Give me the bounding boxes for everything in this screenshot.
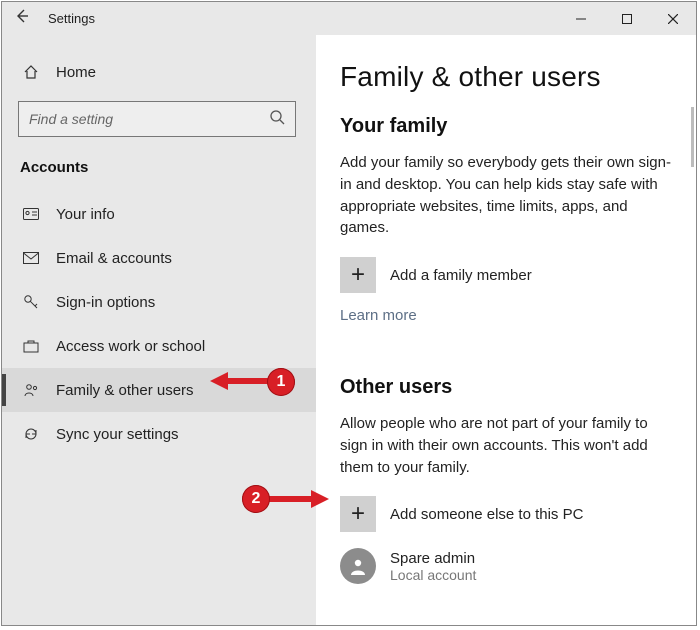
- add-family-label: Add a family member: [390, 267, 532, 284]
- content-pane: Family & other users Your family Add you…: [316, 35, 696, 625]
- section-title-family: Your family: [340, 115, 672, 138]
- sidebar-item-your-info[interactable]: Your info: [2, 192, 316, 236]
- close-button[interactable]: [650, 2, 696, 35]
- plus-icon: +: [340, 496, 376, 532]
- search-icon: [269, 109, 285, 130]
- id-card-icon: [20, 208, 42, 220]
- sidebar-item-label: Your info: [56, 206, 115, 223]
- sidebar-item-label: Family & other users: [56, 382, 194, 399]
- sidebar-item-label: Sign-in options: [56, 294, 155, 311]
- add-other-label: Add someone else to this PC: [390, 506, 583, 523]
- scrollbar[interactable]: [691, 107, 694, 167]
- window-title: Settings: [42, 11, 95, 26]
- sync-icon: [20, 426, 42, 442]
- sidebar: Home Accounts Your info Email & accounts: [2, 35, 316, 625]
- settings-window: Settings Home Accounts: [1, 1, 697, 626]
- user-type: Local account: [390, 567, 476, 583]
- sidebar-category: Accounts: [2, 147, 316, 184]
- sidebar-item-label: Email & accounts: [56, 250, 172, 267]
- add-other-user[interactable]: + Add someone else to this PC: [340, 496, 672, 532]
- plus-icon: +: [340, 257, 376, 293]
- minimize-button[interactable]: [558, 2, 604, 35]
- learn-more-link[interactable]: Learn more: [340, 307, 417, 324]
- titlebar: Settings: [2, 2, 696, 35]
- home-icon: [20, 64, 42, 80]
- search-box[interactable]: [18, 101, 296, 137]
- search-input[interactable]: [29, 111, 269, 127]
- family-description: Add your family so everybody gets their …: [340, 152, 672, 239]
- arrow-left-icon: [14, 8, 30, 24]
- sidebar-item-label: Sync your settings: [56, 426, 179, 443]
- mail-icon: [20, 252, 42, 264]
- sidebar-item-access-work-school[interactable]: Access work or school: [2, 324, 316, 368]
- user-info: Spare admin Local account: [390, 550, 476, 583]
- nav-list: Your info Email & accounts Sign-in optio…: [2, 192, 316, 456]
- sidebar-item-signin-options[interactable]: Sign-in options: [2, 280, 316, 324]
- maximize-button[interactable]: [604, 2, 650, 35]
- key-icon: [20, 294, 42, 310]
- annotation-badge-2: 2: [242, 485, 270, 513]
- add-family-member[interactable]: + Add a family member: [340, 257, 672, 293]
- sidebar-item-email-accounts[interactable]: Email & accounts: [2, 236, 316, 280]
- sidebar-item-sync-settings[interactable]: Sync your settings: [2, 412, 316, 456]
- sidebar-home[interactable]: Home: [2, 53, 316, 91]
- annotation-badge-1: 1: [267, 368, 295, 396]
- sidebar-home-label: Home: [56, 64, 96, 81]
- user-name: Spare admin: [390, 550, 476, 567]
- user-entry[interactable]: Spare admin Local account: [340, 548, 672, 584]
- section-title-other: Other users: [340, 376, 672, 399]
- window-body: Home Accounts Your info Email & accounts: [2, 35, 696, 625]
- avatar-icon: [340, 548, 376, 584]
- page-heading: Family & other users: [340, 61, 672, 93]
- briefcase-icon: [20, 339, 42, 353]
- people-icon: [20, 382, 42, 398]
- back-button[interactable]: [2, 8, 42, 29]
- other-description: Allow people who are not part of your fa…: [340, 413, 672, 478]
- sidebar-item-label: Access work or school: [56, 338, 205, 355]
